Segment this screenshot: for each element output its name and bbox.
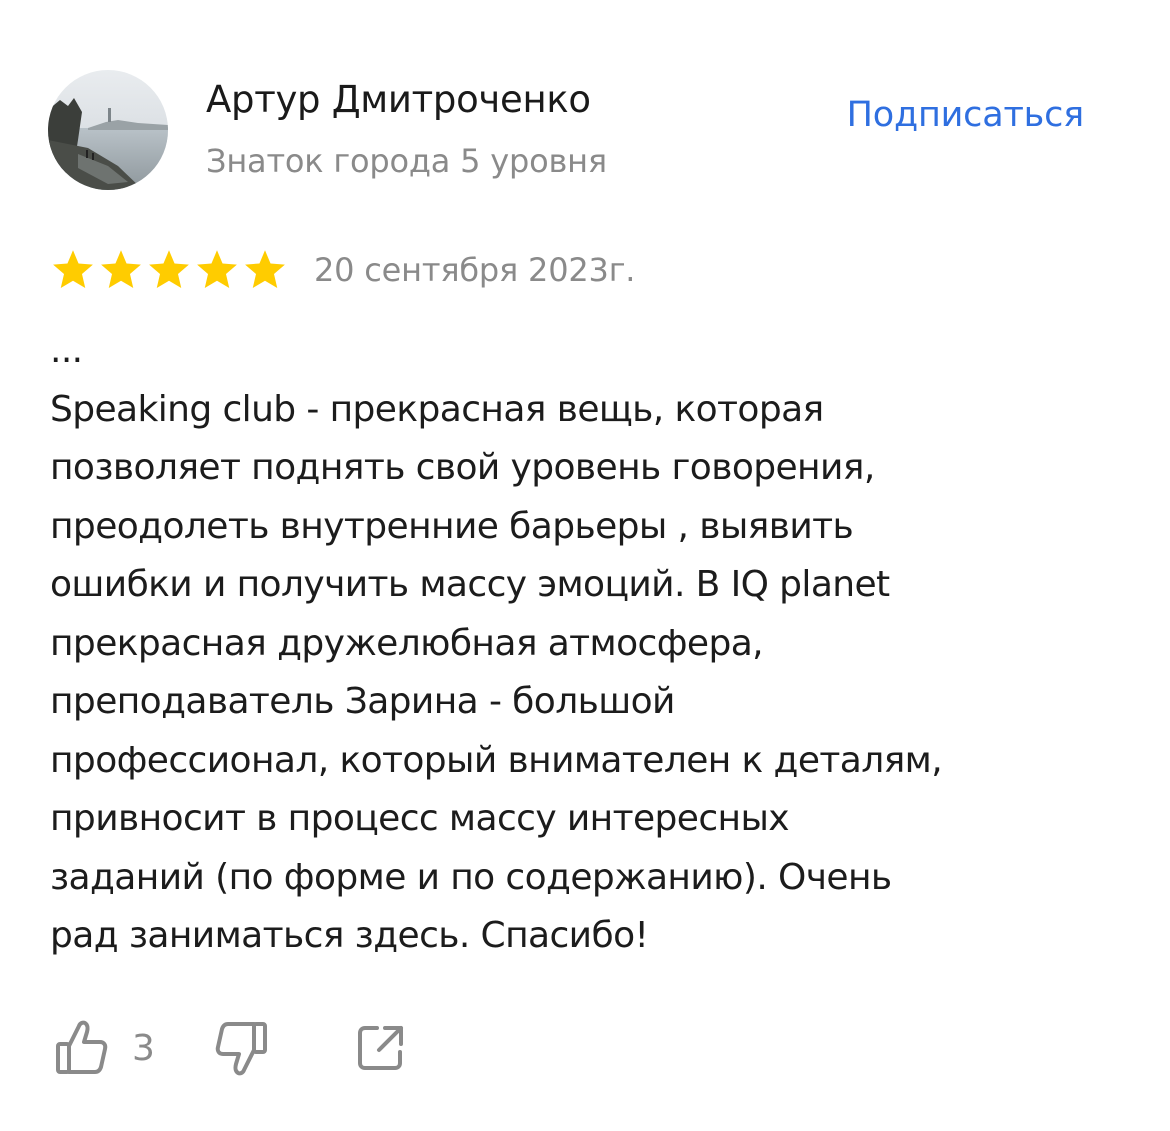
rating-row: 20 сентября 2023г. [50,248,635,292]
star-icon [146,248,192,292]
review-text: ... Speaking club - прекрасная вещь, кот… [50,330,943,956]
share-icon [355,1022,407,1074]
review-actions: 3 [54,1016,407,1080]
author-level: Знаток города 5 уровня [206,142,607,180]
star-icon [242,248,288,292]
review-card: Артур Дмитроченко Знаток города 5 уровня… [0,0,1170,1131]
star-rating [50,248,288,292]
star-icon [50,248,96,292]
share-button[interactable] [355,1022,407,1074]
star-icon [194,248,240,292]
thumbs-up-icon [54,1018,110,1078]
dislike-button[interactable] [213,1018,269,1078]
author-name[interactable]: Артур Дмитроченко [206,78,591,121]
avatar-photo [48,70,168,190]
like-count: 3 [132,1027,155,1069]
like-button[interactable]: 3 [54,1018,155,1078]
star-icon [98,248,144,292]
review-date: 20 сентября 2023г. [314,251,636,289]
subscribe-button[interactable]: Подписаться [847,95,1085,135]
author-avatar[interactable] [48,70,168,190]
thumbs-down-icon [213,1018,269,1078]
